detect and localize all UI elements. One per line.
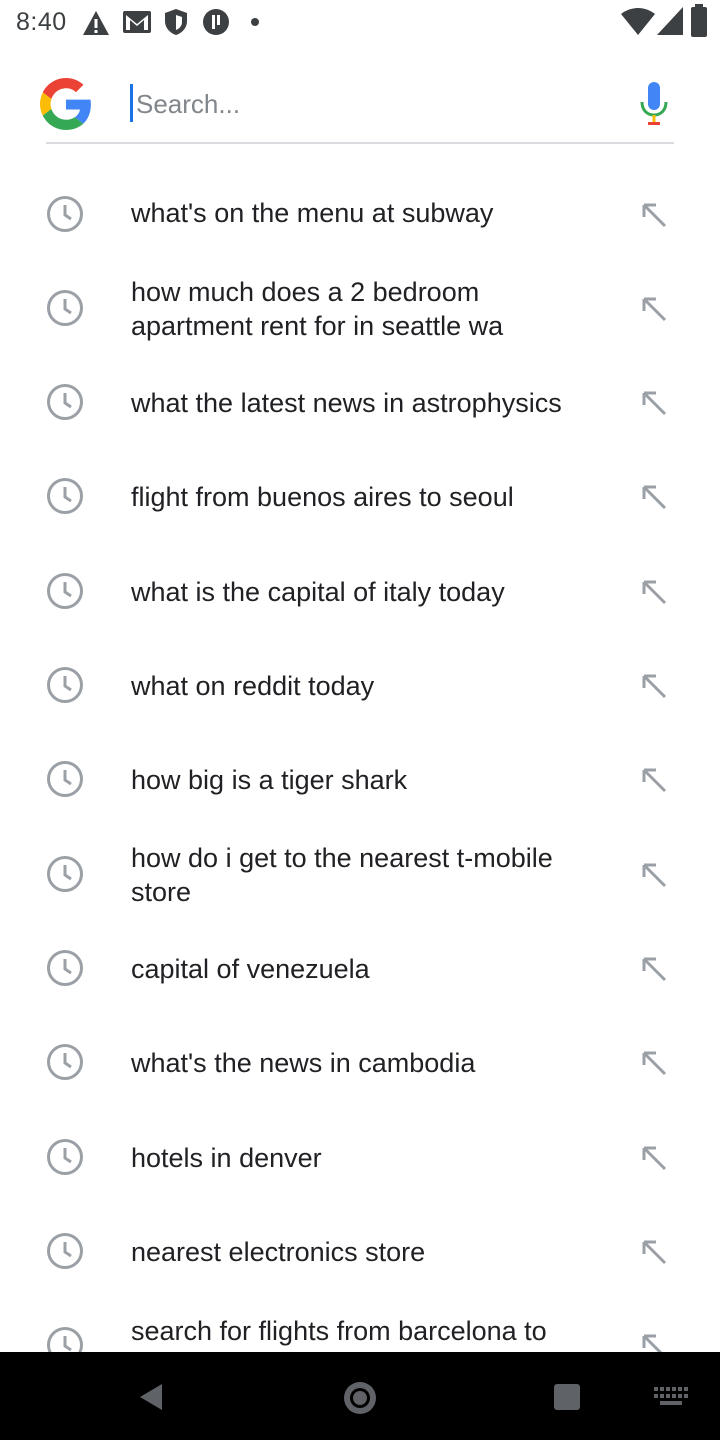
wifi-icon [621,8,655,35]
search-divider [46,142,674,144]
text-cursor [130,84,133,122]
suggestion-text: how do i get to the nearest t-mobile sto… [131,843,553,907]
suggestion-item[interactable]: what the latest news in astrophysics [0,356,720,450]
suggestion-item[interactable]: what's on the menu at subway [0,168,720,262]
suggestion-item[interactable]: search for flights from barcelona to [0,1299,720,1352]
mic-icon[interactable] [636,80,672,132]
fill-query-arrow-icon[interactable] [640,295,668,323]
fill-query-arrow-icon[interactable] [640,861,668,889]
suggestion-text: hotels in denver [131,1143,322,1173]
search-input[interactable] [130,76,610,132]
home-icon[interactable] [342,1380,378,1416]
fill-query-arrow-icon[interactable] [640,766,668,794]
history-icon [47,384,83,420]
history-icon [47,478,83,514]
fill-query-arrow-icon[interactable] [640,1049,668,1077]
fill-query-arrow-icon[interactable] [640,389,668,417]
suggestion-item[interactable]: how much does a 2 bedroom apartment rent… [0,262,720,356]
suggestion-item[interactable]: flight from buenos aires to seoul [0,450,720,544]
fill-query-arrow-icon[interactable] [640,1332,668,1352]
back-icon[interactable] [136,1382,166,1412]
history-icon [47,1233,83,1269]
suggestion-item[interactable]: hotels in denver [0,1111,720,1205]
history-icon [47,856,83,892]
suggestion-item[interactable]: how big is a tiger shark [0,733,720,827]
suggestion-item[interactable]: nearest electronics store [0,1205,720,1299]
search-bar [0,48,720,158]
fill-query-arrow-icon[interactable] [640,1144,668,1172]
history-icon [47,1139,83,1175]
suggestion-text: nearest electronics store [131,1237,426,1267]
battery-icon [691,4,707,37]
fill-query-arrow-icon[interactable] [640,1238,668,1266]
fill-query-arrow-icon[interactable] [640,201,668,229]
suggestion-item[interactable]: capital of venezuela [0,922,720,1016]
suggestion-text: search for flights from barcelona to [131,1316,547,1346]
shield-icon [165,9,187,35]
history-icon [47,667,83,703]
suggestion-text: what's the news in cambodia [131,1048,476,1078]
suggestion-item[interactable]: what is the capital of italy today [0,545,720,639]
history-icon [47,290,83,326]
suggestion-item[interactable]: what on reddit today [0,639,720,733]
fill-query-arrow-icon[interactable] [640,955,668,983]
history-icon [47,1327,83,1352]
gmail-icon [123,11,151,33]
suggestion-text: how much does a 2 bedroom apartment rent… [131,277,504,341]
status-time: 8:40 [16,8,67,36]
keyboard-icon[interactable] [654,1387,688,1409]
suggestion-text: what on reddit today [131,671,375,701]
suggestion-item[interactable]: how do i get to the nearest t-mobile sto… [0,828,720,922]
fill-query-arrow-icon[interactable] [640,672,668,700]
suggestion-text: what's on the menu at subway [131,198,494,228]
history-icon [47,573,83,609]
history-icon [47,1044,83,1080]
suggestion-item[interactable]: what's the news in cambodia [0,1016,720,1110]
history-icon [47,761,83,797]
suggestion-text: what is the capital of italy today [131,577,505,607]
status-bar: 8:40 [0,0,720,48]
fill-query-arrow-icon[interactable] [640,578,668,606]
history-icon [47,196,83,232]
suggestion-text: how big is a tiger shark [131,765,408,795]
fill-query-arrow-icon[interactable] [640,483,668,511]
warning-icon [83,11,109,35]
suggestion-text: what the latest news in astrophysics [131,388,562,418]
signal-icon [657,7,683,35]
dot-icon [251,18,259,26]
suggestion-text: capital of venezuela [131,954,370,984]
suggestion-text: flight from buenos aires to seoul [131,482,514,512]
history-icon [47,950,83,986]
navigation-bar [0,1352,720,1440]
app-icon [203,9,229,35]
recents-icon[interactable] [553,1383,581,1411]
google-g-icon [40,78,91,130]
